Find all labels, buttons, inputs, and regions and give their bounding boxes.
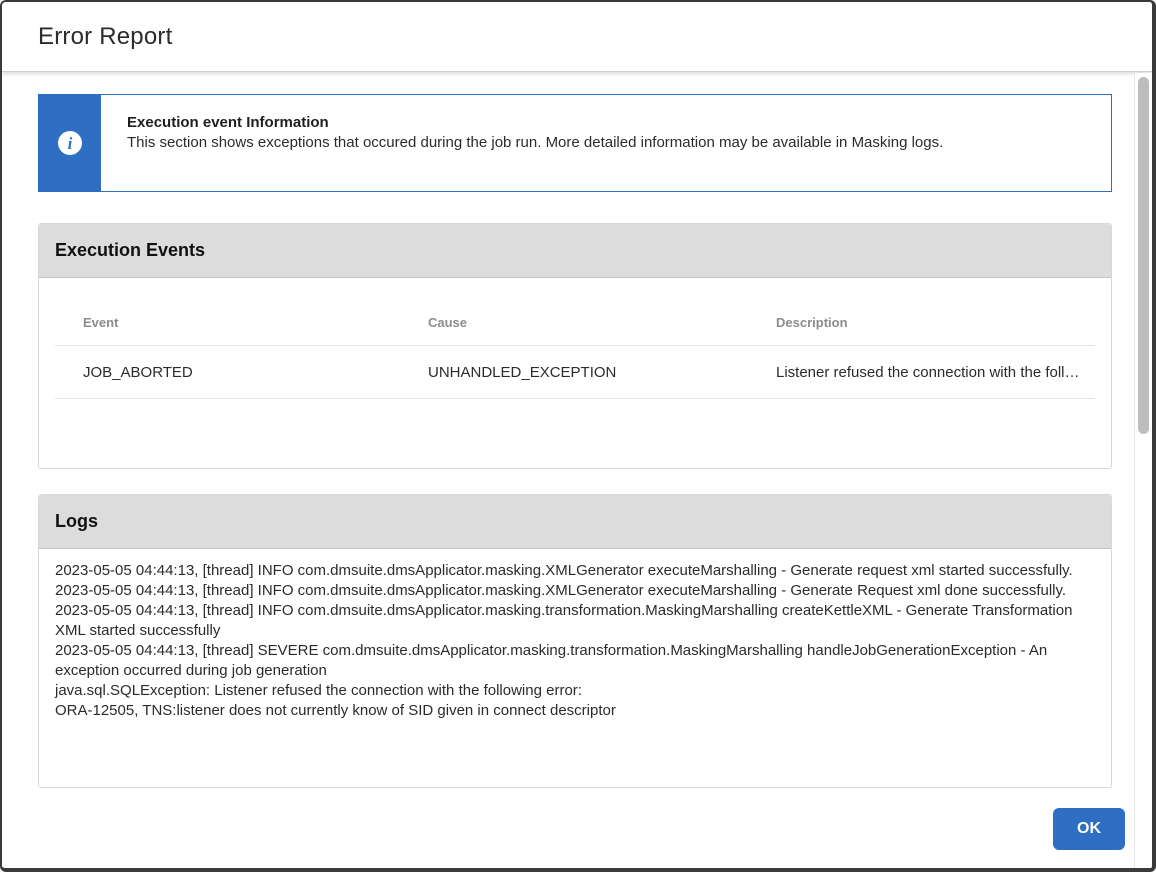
column-header-cause: Cause — [428, 315, 776, 330]
ok-button[interactable]: OK — [1053, 808, 1125, 850]
info-banner-accent: i — [39, 95, 101, 191]
logs-body: 2023-05-05 04:44:13, [thread] INFO com.d… — [39, 549, 1111, 787]
logs-header: Logs — [39, 495, 1111, 549]
logs-panel: Logs 2023-05-05 04:44:13, [thread] INFO … — [38, 494, 1112, 788]
info-banner: i Execution event Information This secti… — [38, 94, 1112, 192]
execution-events-body: Event Cause Description JOB_ABORTED UNHA… — [39, 278, 1111, 468]
info-icon: i — [58, 131, 82, 155]
log-entry: 2023-05-05 04:44:13, [thread] INFO com.d… — [55, 601, 1095, 641]
log-entry: 2023-05-05 04:44:13, [thread] INFO com.d… — [55, 581, 1095, 601]
info-banner-text: Execution event Information This section… — [101, 95, 963, 191]
events-table-header-row: Event Cause Description — [39, 278, 1111, 345]
table-row: JOB_ABORTED UNHANDLED_EXCEPTION Listener… — [39, 346, 1111, 398]
cause-cell: UNHANDLED_EXCEPTION — [428, 364, 776, 381]
log-entry: 2023-05-05 04:44:13, [thread] INFO com.d… — [55, 561, 1095, 581]
dialog-content: i Execution event Information This secti… — [2, 73, 1134, 868]
log-entry: 2023-05-05 04:44:13, [thread] SEVERE com… — [55, 641, 1095, 681]
scrollbar-thumb[interactable] — [1138, 77, 1149, 434]
dialog-title-bar: Error Report — [2, 2, 1152, 72]
info-banner-title: Execution event Information — [127, 114, 943, 131]
error-report-dialog: Error Report i Execution event Informati… — [0, 0, 1156, 872]
column-header-event: Event — [83, 315, 428, 330]
table-divider — [55, 398, 1095, 399]
vertical-scrollbar[interactable] — [1134, 73, 1152, 868]
log-entry: java.sql.SQLException: Listener refused … — [55, 681, 1095, 701]
column-header-description: Description — [776, 315, 1091, 330]
event-cell: JOB_ABORTED — [83, 364, 428, 381]
page-title: Error Report — [38, 23, 172, 51]
execution-events-header: Execution Events — [39, 224, 1111, 278]
description-cell: Listener refused the connection with the… — [776, 364, 1091, 381]
execution-events-panel: Execution Events Event Cause Description… — [38, 223, 1112, 469]
log-entry: ORA-12505, TNS:listener does not current… — [55, 701, 1095, 721]
info-banner-description: This section shows exceptions that occur… — [127, 134, 943, 151]
